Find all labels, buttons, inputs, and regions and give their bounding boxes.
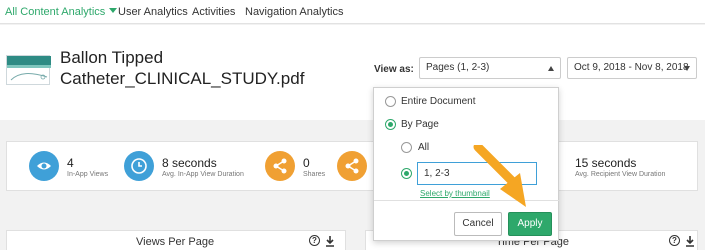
share-icon	[265, 151, 295, 181]
view-as-label: View as:	[374, 64, 414, 75]
view-as-select[interactable]: Pages (1, 2-3)	[419, 57, 561, 79]
by-page-label[interactable]: By Page	[401, 119, 439, 130]
document-thumbnail	[6, 55, 51, 85]
top-nav: All Content Analytics User Analytics Act…	[0, 0, 705, 24]
stat-value: 4	[67, 156, 74, 170]
views-per-page-panel: Views Per Page ?	[6, 230, 346, 250]
eye-icon	[29, 151, 59, 181]
stat-label: Avg. Recipient View Duration	[575, 171, 666, 178]
panel-title: Views Per Page	[136, 236, 215, 248]
stat-label: Avg. In-App View Duration	[162, 171, 244, 178]
stat-value: 15 seconds	[575, 156, 637, 170]
tab-activities[interactable]: Activities	[192, 6, 235, 18]
clock-icon	[124, 151, 154, 181]
date-range-select[interactable]: Oct 9, 2018 - Nov 8, 2018	[567, 57, 697, 79]
date-range-value: Oct 9, 2018 - Nov 8, 2018	[574, 62, 689, 73]
document-header: Ballon Tipped Catheter_CLINICAL_STUDY.pd…	[0, 25, 705, 120]
document-title: Ballon Tipped Catheter_CLINICAL_STUDY.pd…	[60, 48, 305, 88]
share-icon	[337, 151, 367, 181]
chevron-down-icon	[109, 8, 118, 13]
chevron-up-icon	[548, 66, 554, 71]
by-page-radio[interactable]	[385, 119, 396, 130]
view-as-value: Pages (1, 2-3)	[426, 62, 490, 73]
all-pages-label[interactable]: All	[418, 142, 429, 153]
entire-document-radio[interactable]	[385, 96, 396, 107]
pointer-arrow-icon	[473, 145, 526, 207]
stat-label: In-App Views	[67, 171, 109, 178]
stat-value: 0	[303, 156, 310, 170]
tab-navigation-analytics[interactable]: Navigation Analytics	[245, 6, 343, 18]
custom-pages-radio[interactable]	[401, 168, 412, 179]
tab-user-analytics[interactable]: User Analytics	[118, 6, 188, 18]
apply-button[interactable]: Apply	[508, 212, 552, 236]
stat-label: Shares	[303, 171, 326, 178]
help-icon[interactable]: ?	[669, 235, 680, 246]
chevron-down-icon	[684, 66, 690, 71]
all-pages-radio[interactable]	[401, 142, 412, 153]
help-icon[interactable]: ?	[309, 235, 320, 246]
stat-value: 8 seconds	[162, 156, 217, 170]
stats-card: 4 In-App Views 8 seconds Avg. In-App Vie…	[6, 141, 698, 191]
cancel-button[interactable]: Cancel	[454, 212, 502, 236]
tab-all-content-analytics[interactable]: All Content Analytics	[5, 6, 118, 18]
tab-label: All Content Analytics	[5, 6, 106, 18]
download-icon[interactable]	[685, 235, 695, 247]
download-icon[interactable]	[325, 235, 335, 247]
entire-document-label[interactable]: Entire Document	[401, 96, 475, 107]
